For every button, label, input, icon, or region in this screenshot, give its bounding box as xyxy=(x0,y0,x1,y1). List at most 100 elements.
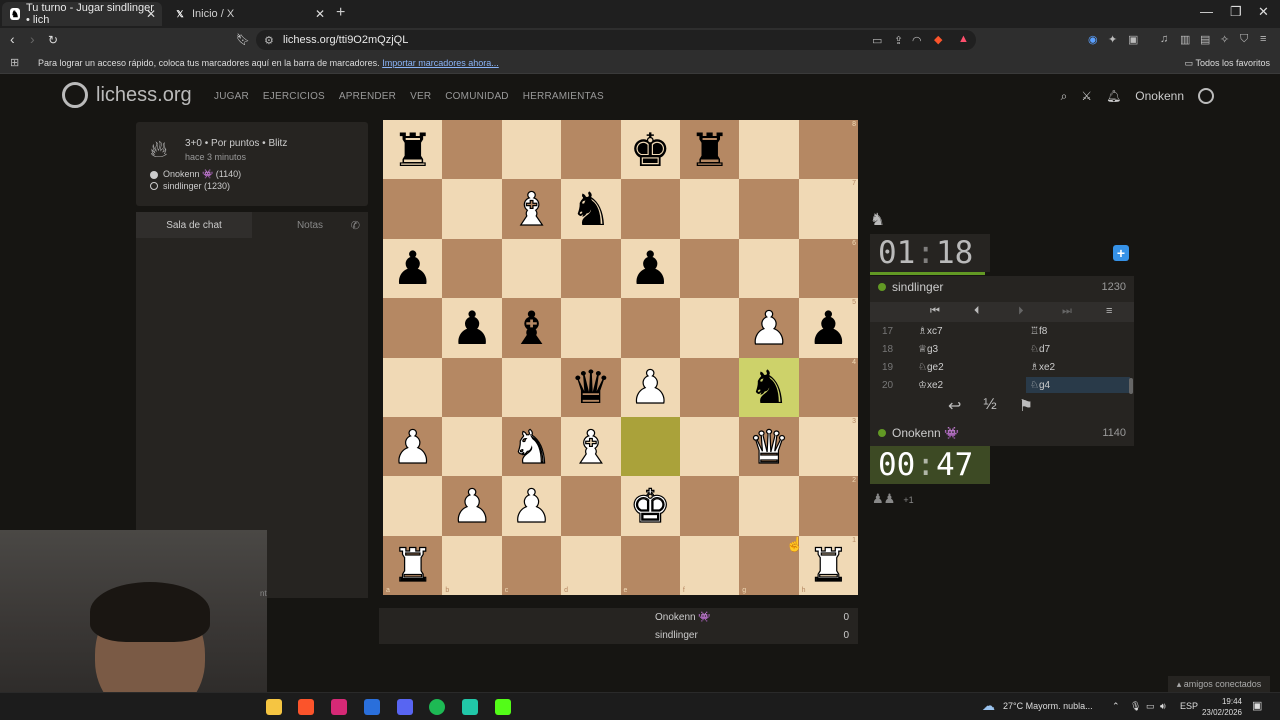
tab-x[interactable]: 𝕏 Inicio / X ✕ xyxy=(166,2,331,26)
square-h2[interactable]: 2 xyxy=(798,476,858,536)
square-b4[interactable] xyxy=(442,357,502,417)
white-rook-icon[interactable]: ♜ xyxy=(807,542,849,589)
crossed-swords-icon[interactable]: ⚔ xyxy=(1081,89,1092,103)
white-bishop-icon[interactable]: ♝ xyxy=(510,185,552,232)
rewards-icon[interactable]: ▲ xyxy=(958,33,969,45)
square-g5[interactable]: ♟ xyxy=(739,298,799,358)
last-move-icon[interactable]: ⏭ xyxy=(1062,305,1072,318)
square-a8[interactable]: ♜ xyxy=(383,120,443,180)
square-h6[interactable]: 6 xyxy=(798,238,858,299)
square-g3[interactable]: ♛ xyxy=(739,416,799,477)
rss-icon[interactable]: ◠ xyxy=(912,34,922,47)
menu-icon[interactable]: ≡ xyxy=(1106,305,1112,317)
white-player-info[interactable]: Onokenn 👾 (1140) xyxy=(150,169,241,180)
white-pawn-icon[interactable]: ♟ xyxy=(391,423,433,470)
square-e3[interactable] xyxy=(620,416,680,477)
white-pawn-icon[interactable]: ♟ xyxy=(510,482,552,529)
black-knight-icon[interactable]: ♞ xyxy=(570,186,611,232)
square-c5[interactable]: ♝ xyxy=(501,298,562,358)
square-h3[interactable]: 3 xyxy=(798,416,858,477)
white-king-icon[interactable]: ♚ xyxy=(629,482,671,529)
square-f1[interactable]: f xyxy=(679,535,740,595)
square-f2[interactable] xyxy=(679,476,740,536)
bookmark-icon[interactable]: 🔖︎ xyxy=(236,33,250,46)
tray-chevron-icon[interactable]: ⌃ xyxy=(1112,701,1120,712)
notification-icon[interactable]: ▣ xyxy=(1252,699,1262,712)
square-g6[interactable] xyxy=(739,238,799,299)
square-a3[interactable]: ♟ xyxy=(383,416,443,477)
mic-icon[interactable]: 🎙︎ xyxy=(1130,701,1141,712)
white-rook-icon[interactable]: ♜ xyxy=(391,542,433,589)
restore-icon[interactable]: ❐ xyxy=(1230,4,1242,20)
white-queen-icon[interactable]: ♛ xyxy=(748,423,790,470)
import-bookmarks-link[interactable]: Importar marcadores ahora... xyxy=(382,58,499,68)
black-pawn-icon[interactable]: ♟ xyxy=(808,305,849,351)
screenshot-icon[interactable]: ▣ xyxy=(1128,33,1138,46)
black-player-info[interactable]: sindlinger (1230) xyxy=(150,181,230,191)
square-f7[interactable] xyxy=(679,179,740,239)
square-d1[interactable]: d xyxy=(561,535,621,595)
scrollbar[interactable] xyxy=(1129,378,1133,394)
square-g4[interactable]: ♞ xyxy=(739,357,799,417)
music-icon[interactable]: ♫ xyxy=(1160,33,1168,45)
tab-chat[interactable]: Sala de chat xyxy=(136,212,252,238)
square-d5[interactable] xyxy=(561,298,621,358)
square-a6[interactable]: ♟ xyxy=(383,238,443,299)
white-move[interactable]: ♗xc7 xyxy=(918,326,943,337)
speech-icon[interactable]: ◉ xyxy=(1088,33,1098,46)
black-king-icon[interactable]: ♚ xyxy=(630,127,671,173)
square-d8[interactable] xyxy=(561,120,621,180)
square-f8[interactable]: ♜ xyxy=(679,120,740,180)
black-move[interactable]: ♘d7 xyxy=(1026,341,1130,357)
white-move[interactable]: ♔xe2 xyxy=(918,380,943,391)
square-f5[interactable] xyxy=(679,298,740,358)
black-rook-icon[interactable]: ♜ xyxy=(392,127,433,173)
all-bookmarks-button[interactable]: Todos los favoritos xyxy=(1195,58,1270,68)
kick-icon[interactable] xyxy=(495,699,511,715)
square-h1[interactable]: ♜ 1 h xyxy=(798,535,858,595)
square-b8[interactable] xyxy=(442,120,502,180)
instagram-icon[interactable] xyxy=(331,699,347,715)
share-icon[interactable]: ⇪ xyxy=(894,34,903,47)
square-b1[interactable]: b xyxy=(442,535,502,595)
nav-jugar[interactable]: JUGAR xyxy=(214,91,249,102)
black-knight-icon[interactable]: ♞ xyxy=(748,364,789,410)
weather-text[interactable]: 27°C Mayorm. nubla... xyxy=(1003,701,1093,711)
square-c8[interactable] xyxy=(501,120,562,180)
black-move[interactable]: ♖f8 xyxy=(1026,323,1130,339)
square-f6[interactable] xyxy=(679,238,740,299)
square-e1[interactable]: e xyxy=(620,535,680,595)
white-move[interactable]: ♘ge2 xyxy=(918,362,944,373)
close-icon[interactable]: ✕ xyxy=(146,7,156,21)
brave-browser-icon[interactable] xyxy=(298,699,314,715)
square-h4[interactable]: 4 xyxy=(798,357,858,417)
white-move[interactable]: ♕g3 xyxy=(918,344,938,355)
square-c7[interactable]: ♝ xyxy=(501,179,562,239)
search-icon[interactable]: ⌕ xyxy=(1061,89,1068,104)
close-window-icon[interactable]: ✕ xyxy=(1258,4,1269,20)
reload-icon[interactable]: ↻ xyxy=(48,33,58,47)
white-knight-icon[interactable]: ♞ xyxy=(510,423,552,470)
close-icon[interactable]: ✕ xyxy=(315,7,325,21)
square-e2[interactable]: ♚ xyxy=(620,476,680,536)
square-e4[interactable]: ♟ xyxy=(620,357,680,417)
white-pawn-icon[interactable]: ♟ xyxy=(748,304,790,351)
discord-icon[interactable] xyxy=(397,699,413,715)
square-h7[interactable]: 7 xyxy=(798,179,858,239)
minimize-icon[interactable]: — xyxy=(1200,4,1213,19)
player-bottom[interactable]: Onokenn 👾 1140 xyxy=(870,422,1134,444)
nav-herramientas[interactable]: HERRAMIENTAS xyxy=(523,91,604,102)
white-bishop-icon[interactable]: ♝ xyxy=(570,423,612,470)
screen-icon[interactable]: ▭ xyxy=(872,34,882,47)
square-c4[interactable] xyxy=(501,357,562,417)
back-icon[interactable]: ‹ xyxy=(10,31,15,47)
bell-icon[interactable]: 🔔︎ xyxy=(1106,89,1121,103)
vpn-icon[interactable]: ⛉ xyxy=(1240,33,1248,46)
square-h8[interactable]: 8 xyxy=(798,120,858,180)
square-b5[interactable]: ♟ xyxy=(442,298,502,358)
square-f4[interactable] xyxy=(679,357,740,417)
square-a7[interactable] xyxy=(383,179,443,239)
next-move-icon[interactable]: ⏵ xyxy=(1018,305,1024,318)
square-e8[interactable]: ♚ xyxy=(620,120,680,180)
app-icon[interactable] xyxy=(364,699,380,715)
